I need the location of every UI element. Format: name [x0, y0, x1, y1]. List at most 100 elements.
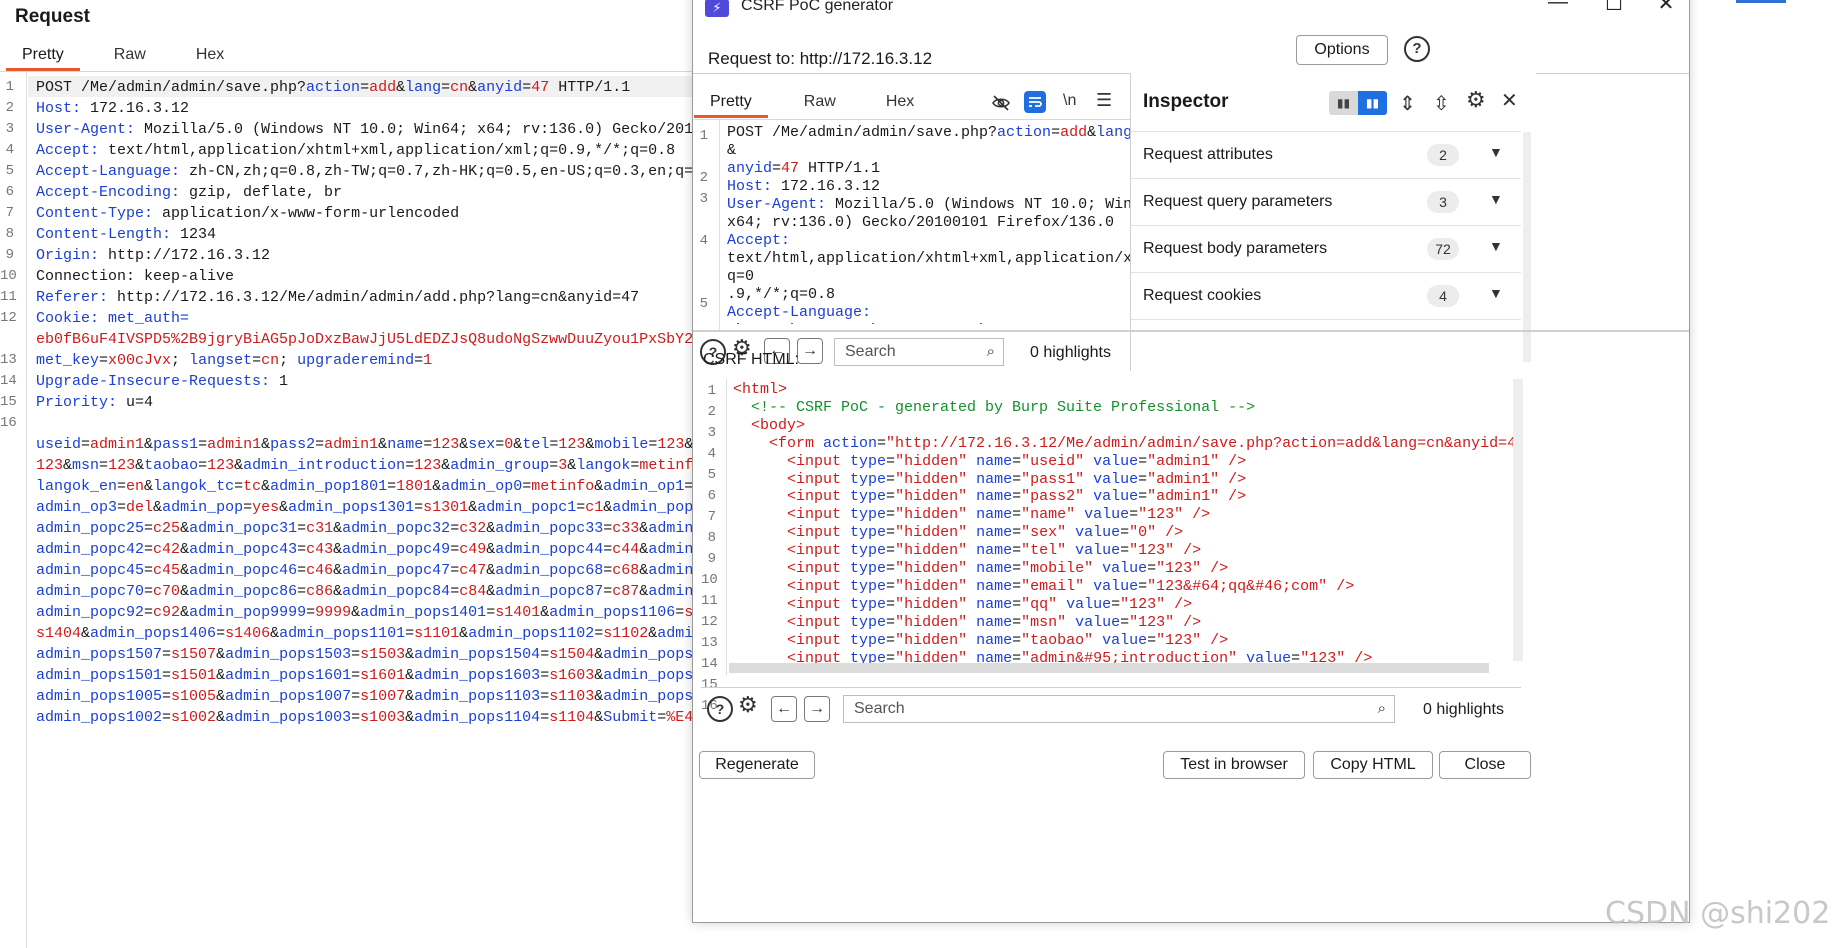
line-number: 3	[5, 121, 14, 137]
code-token: "useid"	[1021, 452, 1085, 470]
tab-pretty[interactable]: Pretty	[6, 41, 80, 71]
close-button[interactable]: Close	[1439, 751, 1531, 779]
horizontal-scrollbar[interactable]	[729, 663, 1489, 673]
code-token: =	[1012, 470, 1022, 488]
line-number	[694, 252, 708, 273]
code-token: c46	[306, 562, 334, 579]
code-token: =	[603, 520, 613, 537]
help-icon[interactable]: ?	[707, 696, 733, 722]
inspector-row-query-parameters[interactable]: Request query parameters 3 ▼	[1131, 179, 1521, 226]
code-line: Cookie: met_auth=	[36, 308, 696, 329]
regenerate-button[interactable]: Regenerate	[699, 751, 815, 779]
search-field[interactable]: ⌕	[843, 695, 1395, 723]
chevron-down-icon[interactable]: ▼	[1489, 285, 1503, 301]
code-line: admin_popc45=c45&admin_popc46=c46&admin_…	[36, 560, 696, 581]
eye-off-icon[interactable]	[992, 94, 1010, 117]
search-input[interactable]	[835, 339, 1003, 365]
close-window-icon[interactable]: ✕	[1651, 0, 1681, 16]
line-number: 5	[5, 163, 14, 179]
test-in-browser-button[interactable]: Test in browser	[1163, 751, 1305, 779]
code-line: s1404&admin_pops1406=s1406&admin_pops110…	[36, 623, 696, 644]
layout-list-icon[interactable]: ▮▮	[1329, 91, 1358, 115]
csrf-html-editor[interactable]: <html> <!-- CSRF PoC - generated by Burp…	[733, 381, 1513, 663]
code-token: s1401	[495, 604, 541, 621]
next-match-button[interactable]: →	[797, 338, 823, 364]
code-line: Accept: text/html,application/xhtml+xml,…	[36, 140, 696, 161]
code-token: admin_popc86	[189, 583, 298, 600]
code-token: &	[261, 436, 271, 453]
code-token: <input	[733, 560, 851, 578]
tab-pretty[interactable]: Pretty	[694, 88, 768, 118]
code-token: c47	[459, 562, 487, 579]
menu-icon[interactable]: ☰	[1096, 90, 1112, 111]
wrap-icon[interactable]	[1024, 91, 1046, 113]
code-token: name	[967, 613, 1013, 631]
code-token: Priority:	[36, 394, 118, 411]
collapse-all-icon[interactable]: ⇳	[1433, 91, 1450, 116]
layout-toggle[interactable]: ▮▮ ▮▮	[1329, 91, 1387, 115]
code-token: &	[594, 478, 604, 495]
line-number: 8	[707, 530, 716, 546]
search-icon: ⌕	[1377, 700, 1386, 717]
expand-all-icon[interactable]: ⇕	[1399, 91, 1416, 116]
search-field[interactable]: ⌕	[834, 338, 1004, 366]
code-token: anyid	[477, 79, 523, 96]
code-line: User-Agent: Mozilla/5.0 (Windows NT 10.0…	[727, 196, 1167, 214]
chevron-down-icon[interactable]: ▼	[1489, 191, 1503, 207]
request-to: Request to: http://172.16.3.12	[708, 49, 932, 69]
inspector-row-request-attributes[interactable]: Request attributes 2 ▼	[1131, 132, 1521, 179]
vertical-scrollbar[interactable]	[1523, 132, 1531, 362]
code-token: admin_op0	[441, 478, 523, 495]
code-line: Content-Length: 1234	[36, 224, 696, 245]
minimize-icon[interactable]: —	[1543, 0, 1573, 14]
help-icon[interactable]: ?	[1404, 36, 1430, 62]
tab-hex[interactable]: Hex	[180, 41, 240, 69]
code-token: admin_pops1603	[414, 667, 541, 684]
search-input[interactable]	[844, 696, 1394, 722]
vertical-scrollbar[interactable]	[1513, 379, 1523, 661]
code-line: admin_pops1507=s1507&admin_pops1503=s150…	[36, 644, 696, 665]
layout-panel-icon[interactable]: ▮▮	[1358, 91, 1387, 115]
newline-icon[interactable]: \n	[1063, 92, 1076, 110]
maximize-icon[interactable]: ☐	[1599, 0, 1629, 16]
code-token: &	[216, 709, 226, 726]
code-token: admin_popc33	[495, 520, 604, 537]
inspector-row-body-parameters[interactable]: Request body parameters 72 ▼	[1131, 226, 1521, 273]
code-token: "123"	[1129, 542, 1175, 560]
previous-match-button[interactable]: ←	[771, 696, 797, 722]
close-icon[interactable]: ✕	[1501, 88, 1518, 113]
code-token: cn	[261, 352, 280, 369]
code-token: s1406	[225, 625, 271, 642]
inspector-row-cookies[interactable]: Request cookies 4 ▼	[1131, 273, 1521, 320]
code-token: admin_popc25	[36, 520, 145, 537]
code-token: "123"	[1129, 613, 1175, 631]
tab-raw[interactable]: Raw	[788, 88, 852, 116]
code-line: Accept-Language:	[727, 304, 1167, 322]
code-token: 1234	[171, 226, 217, 243]
code-token: <input	[733, 506, 851, 524]
tab-hex[interactable]: Hex	[870, 88, 930, 116]
code-token: <!-- CSRF PoC - generated by Burp Suite …	[733, 398, 1256, 416]
code-token: =	[1012, 560, 1022, 578]
code-token: s1101	[414, 625, 460, 642]
code-token: name	[967, 452, 1013, 470]
code-line: <input type="hidden" name="msn" value="1…	[733, 614, 1513, 632]
copy-html-button[interactable]: Copy HTML	[1313, 751, 1433, 779]
code-line: Accept-Encoding: gzip, deflate, br	[36, 182, 696, 203]
options-button[interactable]: Options	[1296, 35, 1388, 65]
chevron-down-icon[interactable]: ▼	[1489, 238, 1503, 254]
chevron-down-icon[interactable]: ▼	[1489, 144, 1503, 160]
gear-icon[interactable]: ⚙	[738, 692, 758, 718]
line-number	[694, 315, 708, 336]
request-editor[interactable]: POST /Me/admin/admin/save.php?action=add…	[36, 77, 696, 728]
next-match-button[interactable]: →	[804, 696, 830, 722]
code-token: &	[180, 562, 190, 579]
request-tabs: Pretty Raw Hex	[6, 41, 240, 71]
code-token: Content-Length:	[36, 226, 172, 243]
code-token: =	[1012, 506, 1022, 524]
code-token: admin_pops1406	[90, 625, 217, 642]
gear-icon[interactable]: ⚙	[1466, 87, 1486, 113]
tab-raw[interactable]: Raw	[98, 41, 162, 69]
code-line: Priority: u=4	[36, 392, 696, 413]
request-editor[interactable]: POST /Me/admin/admin/save.php?action=add…	[727, 124, 1167, 324]
